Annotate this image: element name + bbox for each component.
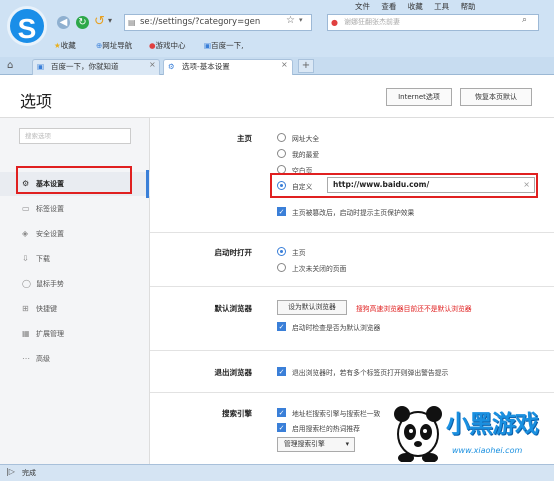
- option-homepage-nav: 网址大全: [292, 135, 320, 143]
- option-homepage-custom: 自定义: [292, 183, 313, 191]
- settings-tab-icon: ⚙: [168, 62, 175, 71]
- star-filled-icon: ★: [54, 41, 61, 50]
- internet-options-button[interactable]: Internet选项: [386, 88, 452, 106]
- search-bar[interactable]: ● 谢娜狂翻张杰前妻: [327, 14, 539, 31]
- watermark-logo: 小黑游戏 www.xiaohei.com: [392, 400, 552, 464]
- home-forward-icon[interactable]: ↺: [94, 14, 105, 29]
- address-bar[interactable]: ▤ se://settings/?category=gen: [124, 14, 312, 31]
- checkbox-check-default[interactable]: ✓: [277, 322, 286, 331]
- page-icon: ▤: [128, 18, 136, 27]
- tab-icon: ▭: [22, 204, 30, 213]
- status-text: 完成: [22, 469, 36, 477]
- sidebar-item-extensions[interactable]: ▦ 扩展管理: [22, 327, 64, 341]
- sidebar-active-indicator: [146, 170, 149, 198]
- page-title: 选项: [20, 92, 53, 111]
- search-icon[interactable]: ⌕: [522, 15, 527, 25]
- clear-icon[interactable]: ×: [523, 178, 530, 192]
- highlight-box-basic: [16, 166, 132, 194]
- extension-icon: ▦: [22, 329, 30, 338]
- watermark-text: 小黑游戏: [446, 410, 539, 438]
- section-divider: [150, 232, 554, 233]
- sidebar-item-security[interactable]: ◈ 安全设置: [22, 227, 64, 241]
- section-divider: [150, 286, 554, 287]
- section-divider: [150, 350, 554, 351]
- restore-defaults-button[interactable]: 恢复本页默认: [460, 88, 532, 106]
- chevron-down-icon: ▾: [345, 440, 349, 448]
- sidebar-item-download[interactable]: ⇩ 下载: [22, 252, 50, 266]
- sidebar-toggle-icon[interactable]: |▷: [6, 467, 15, 476]
- custom-homepage-input[interactable]: http://www.baidu.com/ ×: [327, 177, 535, 193]
- mouse-icon: ◯: [22, 279, 31, 288]
- bookmark-nav[interactable]: ⊕网址导航: [96, 40, 132, 51]
- checkbox-homepage-protect[interactable]: ✓: [277, 207, 286, 216]
- option-homepage-favorites: 我的最爱: [292, 151, 320, 159]
- back-icon[interactable]: ◀: [57, 16, 70, 29]
- sidebar-item-shortcuts[interactable]: ⊞ 快捷键: [22, 302, 57, 316]
- menu-view[interactable]: 查看: [381, 2, 396, 11]
- close-tab-icon[interactable]: ×: [281, 60, 288, 69]
- section-divider: [150, 392, 554, 393]
- set-default-button[interactable]: 设为默认浏览器: [277, 300, 347, 315]
- urlbar-dropdown-icon[interactable]: ▾: [299, 16, 303, 24]
- manage-search-engines-button[interactable]: 管理搜索引擎 ▾: [277, 437, 355, 452]
- menu-file[interactable]: 文件: [355, 2, 370, 11]
- download-icon: ⇩: [22, 254, 29, 263]
- star-icon[interactable]: ☆: [286, 15, 295, 26]
- default-browser-label: 默认浏览器: [214, 304, 253, 313]
- close-tab-icon[interactable]: ×: [149, 60, 156, 69]
- homepage-label: 主页: [237, 134, 252, 143]
- hotwords-label: 启用搜索栏的热词推荐: [292, 425, 360, 433]
- more-icon: ⋯: [22, 354, 30, 363]
- radio-startup-last[interactable]: [277, 263, 286, 272]
- bookmark-games[interactable]: ●游戏中心: [149, 40, 186, 51]
- option-startup-homepage: 主页: [292, 249, 306, 257]
- menu-tools[interactable]: 工具: [434, 2, 449, 11]
- address-url[interactable]: se://settings/?category=gen: [140, 17, 260, 27]
- bookmark-favorites[interactable]: ★收藏: [54, 40, 76, 51]
- default-warning-text: 搜狗高速浏览器目前还不是默认浏览器: [356, 305, 472, 313]
- search-engine-icon: ●: [331, 18, 338, 27]
- menu-help[interactable]: 帮助: [461, 2, 476, 11]
- homepage-protect-label: 主页被篡改后，启动时提示主页保护效果: [292, 209, 415, 217]
- sidebar-search-input[interactable]: 搜索选项: [19, 128, 131, 144]
- checkbox-hotwords[interactable]: ✓: [277, 423, 286, 432]
- baidu-tab-icon: ▣: [37, 62, 45, 71]
- chevron-down-icon[interactable]: ▾: [108, 16, 112, 25]
- browser-logo[interactable]: S: [7, 6, 47, 46]
- shield-icon: ◈: [22, 229, 29, 238]
- check-default-label: 启动时检查是否为默认浏览器: [292, 324, 381, 332]
- bookmark-baidu[interactable]: ▣百度一下,: [204, 40, 243, 51]
- refresh-icon[interactable]: ↻: [76, 16, 89, 29]
- option-startup-last: 上次未关闭的页面: [292, 265, 347, 273]
- watermark-url: www.xiaohei.com: [452, 446, 523, 455]
- checkbox-search-sync[interactable]: ✓: [277, 408, 286, 417]
- custom-homepage-url: http://www.baidu.com/: [333, 180, 430, 189]
- new-tab-button[interactable]: +: [298, 59, 314, 73]
- search-sync-label: 地址栏搜索引擎与搜索栏一致: [292, 410, 381, 418]
- tab-baidu[interactable]: ▣ 百度一下，你就知道: [32, 59, 160, 75]
- exit-browser-label: 退出浏览器: [214, 368, 253, 377]
- status-bar: |▷ 完成: [0, 464, 554, 481]
- menu-favorites[interactable]: 收藏: [408, 2, 423, 11]
- menu-bar: 文件 查看 收藏 工具 帮助: [346, 1, 476, 12]
- radio-homepage-nav[interactable]: [277, 133, 286, 142]
- home-icon[interactable]: ⌂: [7, 60, 13, 71]
- radio-homepage-custom[interactable]: [277, 181, 286, 190]
- tab-settings[interactable]: ⚙ 选项-基本设置: [163, 59, 293, 75]
- checkbox-exit-warning[interactable]: ✓: [277, 367, 286, 376]
- sidebar-item-tabs[interactable]: ▭ 标签设置: [22, 202, 64, 216]
- radio-startup-homepage[interactable]: [277, 247, 286, 256]
- exit-warning-label: 退出浏览器时，若有多个标签页打开则弹出警告提示: [292, 369, 449, 377]
- startup-label: 启动时打开: [214, 248, 253, 257]
- sidebar-item-mouse[interactable]: ◯ 鼠标手势: [22, 277, 64, 291]
- search-placeholder: 谢娜狂翻张杰前妻: [344, 18, 400, 26]
- radio-homepage-favorites[interactable]: [277, 149, 286, 158]
- keyboard-icon: ⊞: [22, 304, 29, 313]
- search-engine-label: 搜索引擎: [222, 409, 252, 418]
- sidebar-item-advanced[interactable]: ⋯ 高级: [22, 352, 50, 366]
